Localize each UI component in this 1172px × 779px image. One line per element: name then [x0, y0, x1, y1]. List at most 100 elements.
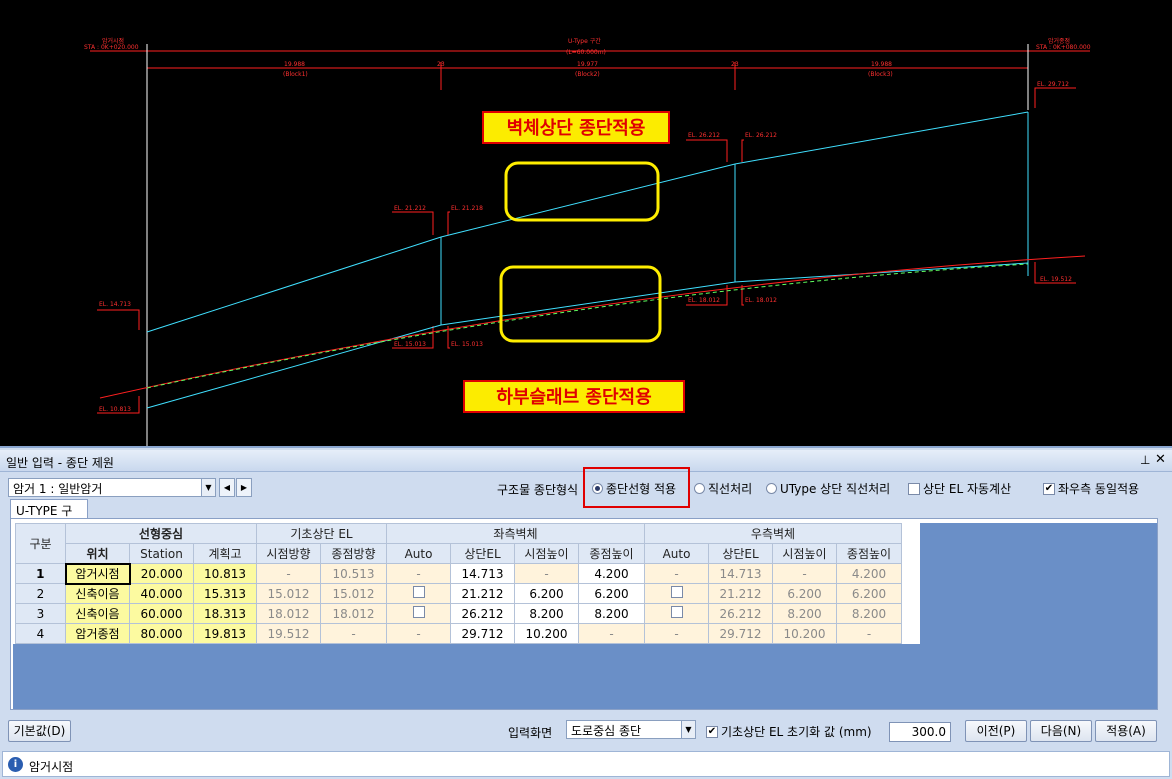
next-culvert-button[interactable]: ▶: [236, 478, 252, 497]
next-button[interactable]: 다음(N): [1030, 720, 1092, 742]
init-el-input[interactable]: 300.0: [889, 722, 951, 742]
cell-base-start[interactable]: 18.012: [256, 603, 321, 624]
cell-right-end-h[interactable]: 4.200: [836, 563, 902, 584]
cell-base-end[interactable]: 15.012: [320, 583, 387, 604]
table-row[interactable]: 3 신축이음 60.000 18.313 18.012 18.012 26.21…: [15, 603, 902, 624]
checkbox[interactable]: ✔: [706, 725, 718, 738]
checkbox[interactable]: [670, 606, 683, 618]
panel-title: 일반 입력 - 종단 제원: [6, 456, 114, 470]
cell-right-end-h[interactable]: 8.200: [836, 603, 902, 624]
cell-right-auto[interactable]: -: [644, 623, 709, 644]
header-group: 기초상단 EL: [256, 523, 387, 544]
block1-length: 19.988: [284, 61, 305, 68]
cell-base-end[interactable]: 10.513: [320, 563, 387, 584]
close-icon[interactable]: ✕: [1155, 452, 1166, 467]
wall-top-line: [146, 111, 1029, 333]
status-bar: i 암거시점: [2, 751, 1170, 777]
cell-base-end[interactable]: 18.012: [320, 603, 387, 624]
cell-station[interactable]: 80.000: [129, 623, 194, 644]
cell-position[interactable]: 암거종점: [65, 623, 130, 644]
check-init-el[interactable]: ✔ 기초상단 EL 초기화 값 (mm): [706, 723, 872, 740]
checkbox[interactable]: ✔: [1043, 482, 1055, 495]
cell-plan-height[interactable]: 10.813: [193, 563, 257, 584]
table-row[interactable]: 4 암거종점 80.000 19.813 19.512 - - 29.712 1…: [15, 623, 902, 644]
block2-name: (Block2): [575, 71, 600, 78]
radio-label: UType 상단 직선처리: [780, 482, 891, 496]
cell-right-end-h[interactable]: 6.200: [836, 583, 902, 604]
default-button[interactable]: 기본값(D): [8, 720, 71, 742]
cell-station[interactable]: 60.000: [129, 603, 194, 624]
pin-icon[interactable]: ⊥: [1140, 453, 1150, 467]
cell-left-start-h[interactable]: -: [514, 563, 579, 584]
cell-right-top-el[interactable]: 21.212: [708, 583, 773, 604]
cell-right-top-el[interactable]: 29.712: [708, 623, 773, 644]
cell-left-start-h[interactable]: 6.200: [514, 583, 579, 604]
cell-left-top-el[interactable]: 21.212: [450, 583, 515, 604]
el-label: EL. 10.813: [99, 406, 131, 413]
input-screen-select[interactable]: 도로중심 종단 ▼: [566, 720, 696, 739]
cell-left-start-h[interactable]: 10.200: [514, 623, 579, 644]
cell-right-top-el[interactable]: 26.212: [708, 603, 773, 624]
check-same-both[interactable]: ✔ 좌우측 동일적용: [1043, 480, 1139, 497]
cell-station[interactable]: 40.000: [129, 583, 194, 604]
cell-base-start[interactable]: -: [256, 563, 321, 584]
structure-type-label: 구조물 종단형식: [497, 483, 579, 497]
radio-straight[interactable]: 직선처리: [694, 480, 752, 497]
cell-position[interactable]: 신축이음: [65, 583, 130, 604]
culvert-select[interactable]: 암거 1 : 일반암거 ▼: [8, 478, 216, 497]
cell-right-auto[interactable]: -: [644, 563, 709, 584]
chevron-down-icon[interactable]: ▼: [681, 721, 695, 738]
cell-right-start-h[interactable]: 8.200: [772, 603, 837, 624]
cad-end-sta: STA : 0K+080.000: [1036, 44, 1091, 51]
radio-indicator[interactable]: [766, 483, 777, 494]
cell-plan-height[interactable]: 15.313: [193, 583, 257, 604]
table-row[interactable]: 2 신축이음 40.000 15.313 15.012 15.012 21.21…: [15, 583, 902, 604]
checkbox[interactable]: [670, 586, 683, 598]
cad-drawing-canvas[interactable]: 암거시점 STA : 0K+020.000 U-Type 구간 (L=60.00…: [0, 0, 1172, 446]
chevron-down-icon[interactable]: ▼: [201, 479, 215, 496]
tab-utype[interactable]: U-TYPE 구간: [10, 499, 88, 535]
check-auto-el[interactable]: 상단 EL 자동계산: [908, 480, 1011, 497]
cell-left-end-h[interactable]: -: [578, 623, 645, 644]
prev-button[interactable]: 이전(P): [965, 720, 1027, 742]
cell-left-top-el[interactable]: 29.712: [450, 623, 515, 644]
cell-right-top-el[interactable]: 14.713: [708, 563, 773, 584]
radio-indicator[interactable]: [694, 483, 705, 494]
apply-button[interactable]: 적용(A): [1095, 720, 1157, 742]
cell-right-start-h[interactable]: -: [772, 563, 837, 584]
cell-base-start[interactable]: 19.512: [256, 623, 321, 644]
cell-plan-height[interactable]: 18.313: [193, 603, 257, 624]
header-col: 종점높이: [578, 543, 645, 564]
header-col: 종점방향: [320, 543, 387, 564]
cell-position[interactable]: 신축이음: [65, 603, 130, 624]
profile-grid: 구분 선형중심 기초상단 EL 좌측벽체 우측벽체 위치 Station 계획고…: [10, 518, 1158, 710]
cell-left-end-h[interactable]: 6.200: [578, 583, 645, 604]
cell-left-auto[interactable]: [386, 603, 451, 624]
cell-right-start-h[interactable]: 10.200: [772, 623, 837, 644]
cell-right-auto[interactable]: [644, 603, 709, 624]
cell-left-auto[interactable]: -: [386, 563, 451, 584]
cell-left-top-el[interactable]: 14.713: [450, 563, 515, 584]
cell-base-start[interactable]: 15.012: [256, 583, 321, 604]
checkbox[interactable]: [908, 482, 920, 495]
radio-utype-straight[interactable]: UType 상단 직선처리: [766, 480, 890, 497]
cell-left-auto[interactable]: -: [386, 623, 451, 644]
el-label: EL. 15.013: [451, 341, 483, 348]
checkbox[interactable]: [412, 586, 425, 598]
cell-right-auto[interactable]: [644, 583, 709, 604]
cell-station[interactable]: 20.000: [129, 563, 194, 584]
cell-left-start-h[interactable]: 8.200: [514, 603, 579, 624]
cell-position[interactable]: 암거시점: [64, 562, 131, 585]
checkbox[interactable]: [412, 606, 425, 618]
cell-left-auto[interactable]: [386, 583, 451, 604]
prev-culvert-button[interactable]: ◀: [219, 478, 235, 497]
cell-plan-height[interactable]: 19.813: [193, 623, 257, 644]
cell-base-end[interactable]: -: [320, 623, 387, 644]
cell-right-end-h[interactable]: -: [836, 623, 902, 644]
cell-left-top-el[interactable]: 26.212: [450, 603, 515, 624]
table-row[interactable]: 1 암거시점 20.000 10.813 - 10.513 - 14.713 -…: [15, 562, 902, 585]
cell-left-end-h[interactable]: 4.200: [578, 563, 645, 584]
el-label: EL. 21.212: [394, 205, 426, 212]
cell-right-start-h[interactable]: 6.200: [772, 583, 837, 604]
cell-left-end-h[interactable]: 8.200: [578, 603, 645, 624]
